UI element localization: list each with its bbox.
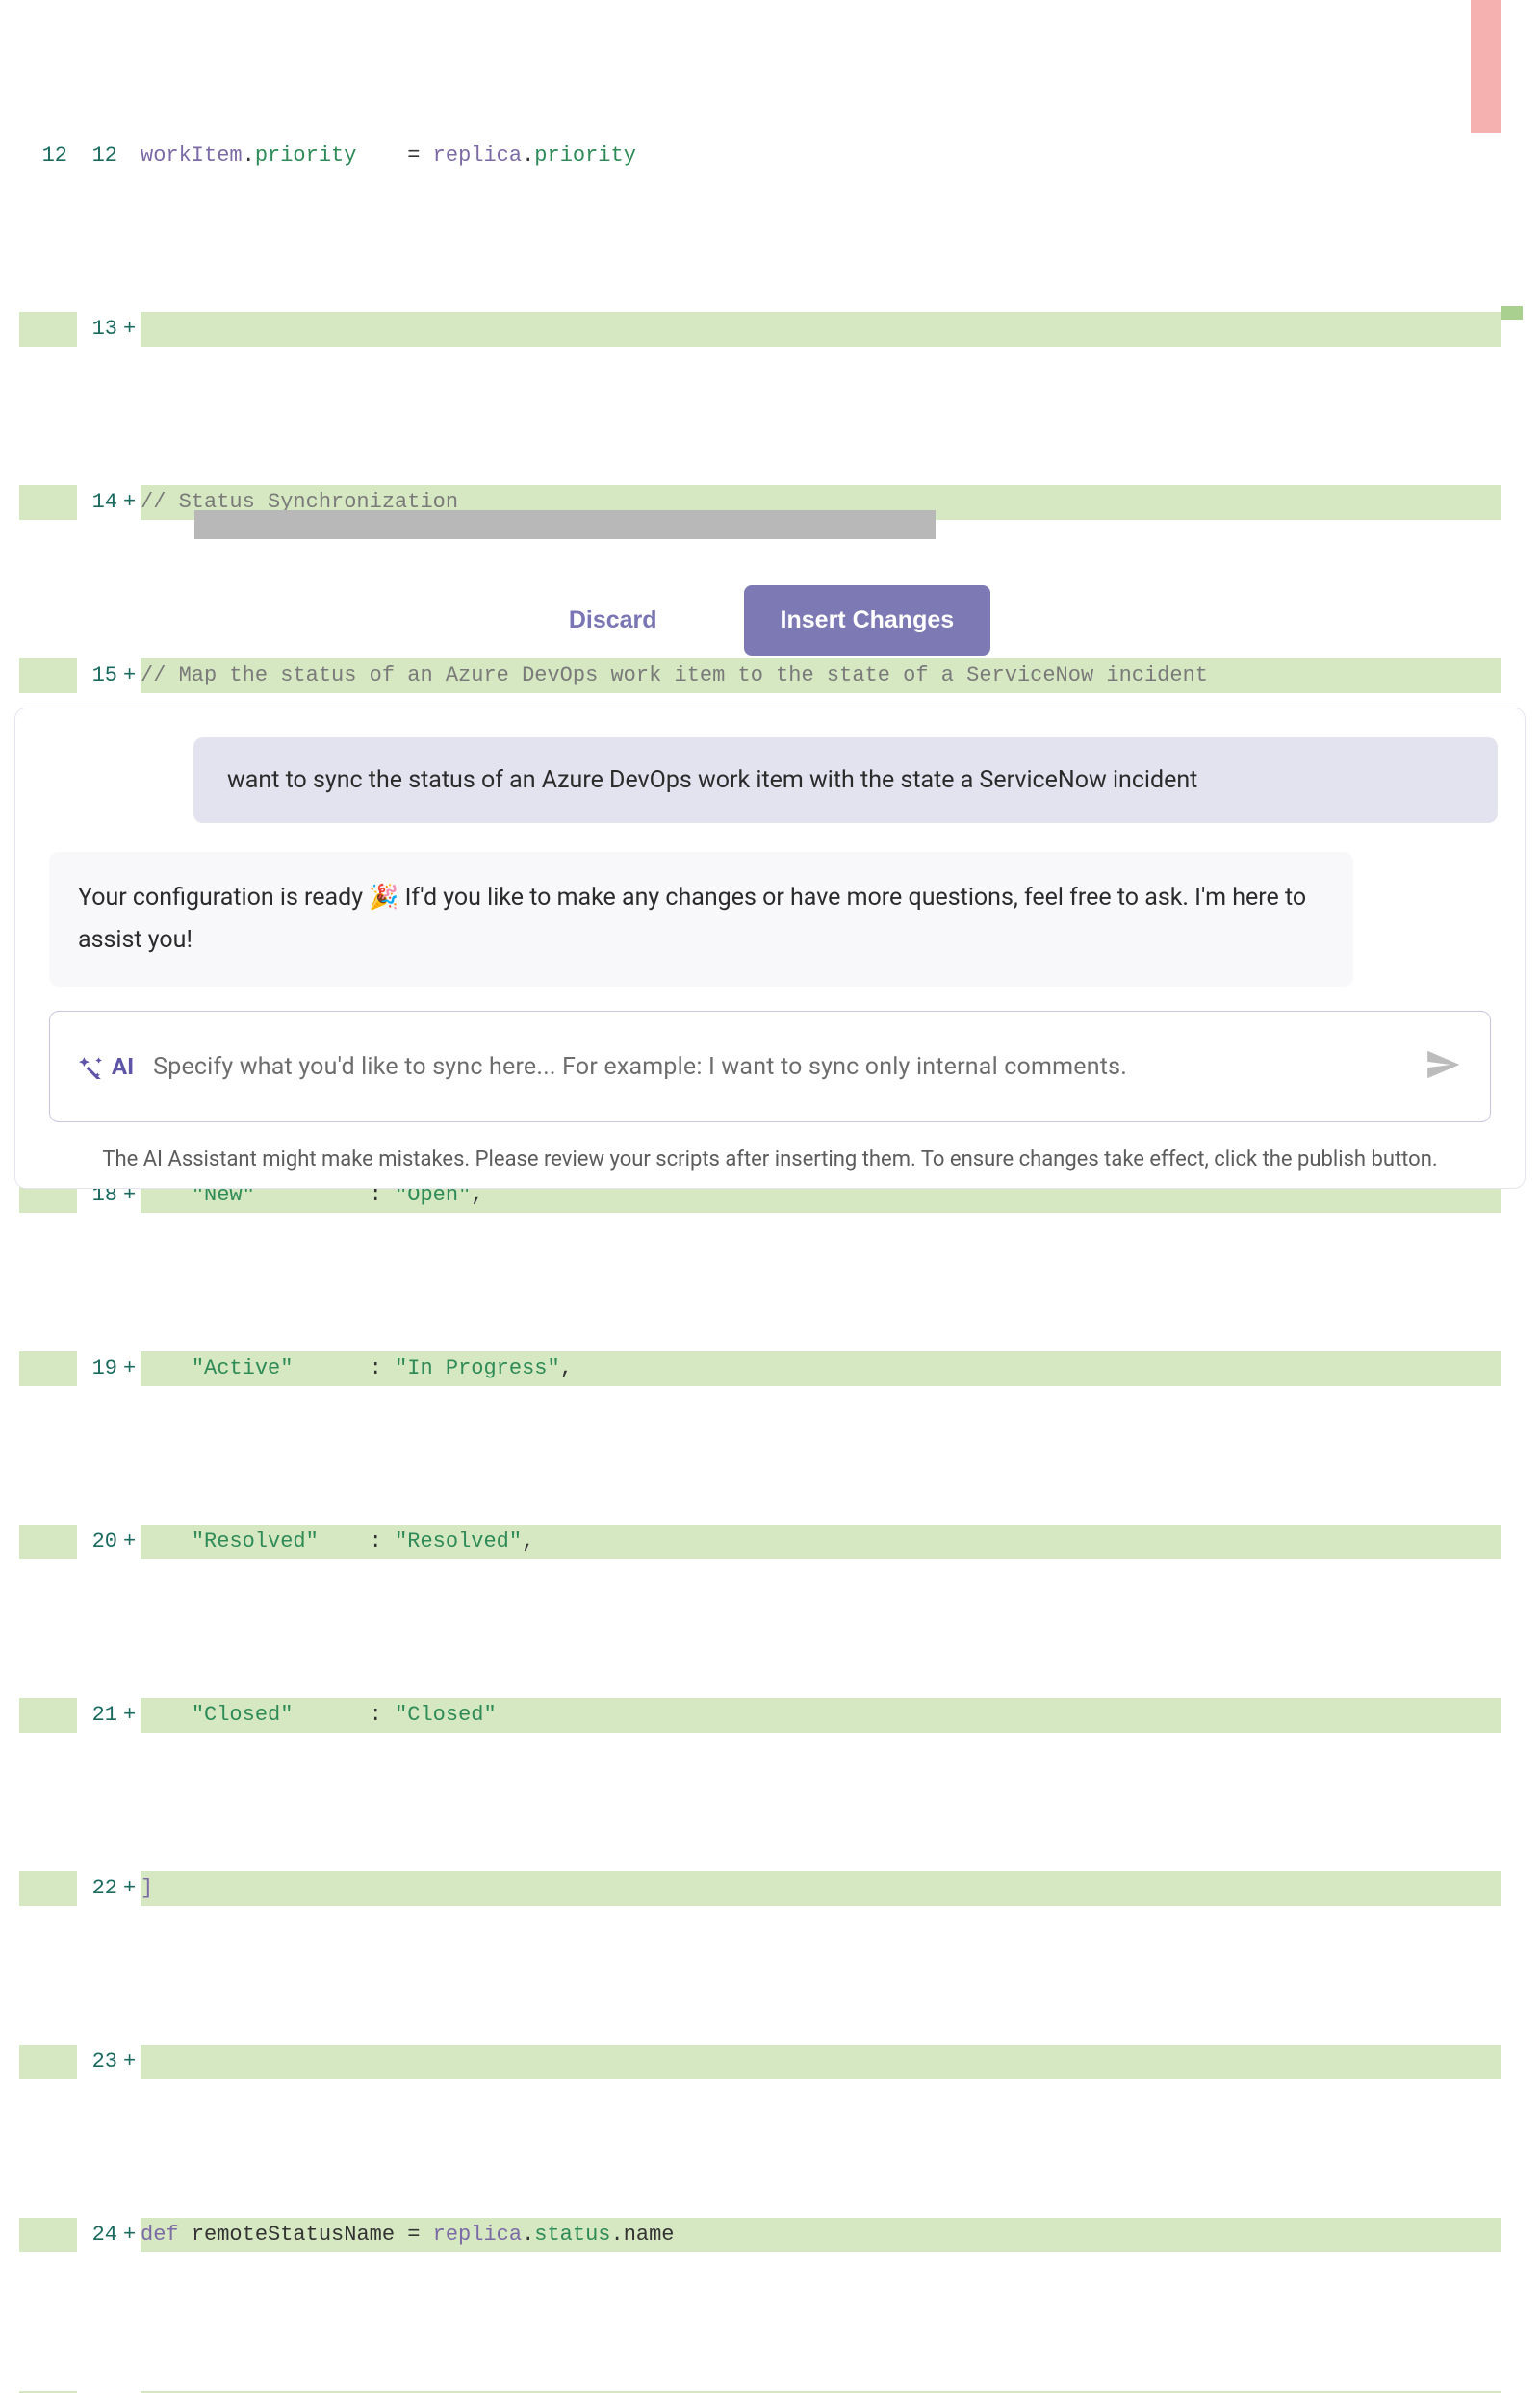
code-line-added: 22 + ]: [19, 1871, 1502, 1906]
new-line-number: 12: [77, 139, 123, 173]
ai-message-text-1: Your configuration is ready: [78, 884, 363, 912]
send-icon[interactable]: [1424, 1046, 1461, 1087]
diff-marker: [123, 139, 141, 173]
discard-button[interactable]: Discard: [550, 585, 677, 656]
code-line-added: 15 + // Map the status of an Azure DevOp…: [19, 658, 1502, 693]
code-line-added: 19 + "Active" : "In Progress",: [19, 1351, 1502, 1386]
ai-input-placeholder[interactable]: Specify what you'd like to sync here... …: [153, 1053, 1405, 1081]
selection-highlight: [194, 510, 936, 539]
diff-marker: +: [123, 312, 141, 347]
wand-icon: [79, 1054, 104, 1079]
ai-disclaimer: The AI Assistant might make mistakes. Pl…: [49, 1142, 1491, 1178]
code-line: 12 12 workItem.priority = replica.priori…: [19, 139, 1502, 173]
code-line-added: 21 + "Closed" : "Closed": [19, 1698, 1502, 1733]
new-line-number: 13: [77, 312, 123, 347]
action-button-row: Discard Insert Changes: [0, 585, 1540, 656]
code-line-added: 23 +: [19, 2045, 1502, 2079]
ai-badge: AI: [79, 1053, 134, 1080]
ai-message: Your configuration is ready 🎉 If'd you l…: [49, 852, 1353, 987]
code-line-added: 24 + def remoteStatusName = replica.stat…: [19, 2218, 1502, 2252]
minimap-change-marker: [1502, 306, 1523, 320]
code-line-added: 13 +: [19, 312, 1502, 347]
user-message: want to sync the status of an Azure DevO…: [193, 737, 1498, 823]
insert-changes-button[interactable]: Insert Changes: [744, 585, 991, 656]
minimap-error-marker: [1471, 0, 1502, 133]
code-line-added: 20 + "Resolved" : "Resolved",: [19, 1525, 1502, 1559]
ai-input-row[interactable]: AI Specify what you'd like to sync here.…: [49, 1011, 1491, 1122]
ai-badge-label: AI: [112, 1053, 134, 1080]
old-line-number: 12: [19, 139, 77, 173]
code-diff-region: 12 12 workItem.priority = replica.priori…: [19, 0, 1502, 531]
code-area[interactable]: 12 12 workItem.priority = replica.priori…: [19, 0, 1502, 2393]
ai-chat-panel: want to sync the status of an Azure DevO…: [14, 708, 1526, 1189]
party-popper-icon: 🎉: [369, 877, 398, 919]
code-content: workItem.priority = replica.priority: [141, 139, 1502, 173]
code-line-added: 25 + workItem.setStatus(statusMap[remote…: [19, 2391, 1502, 2393]
